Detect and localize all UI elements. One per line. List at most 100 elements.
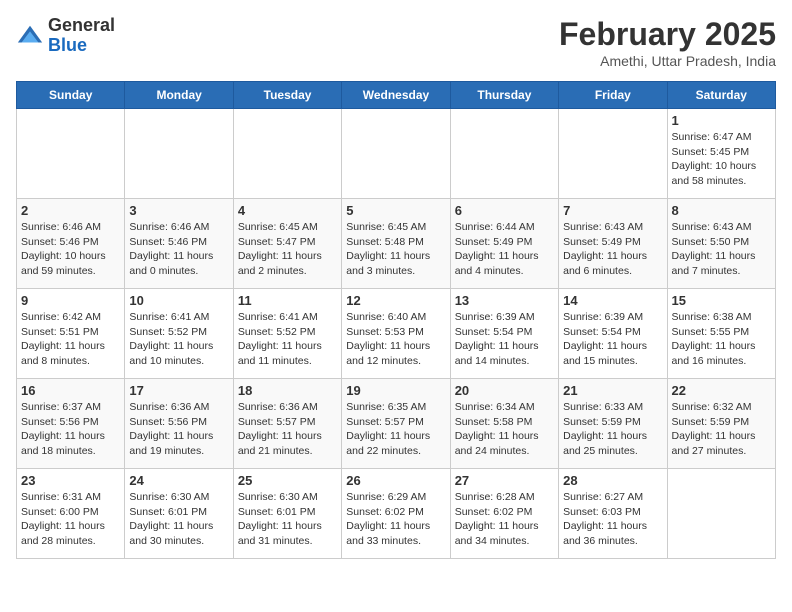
- day-number: 14: [563, 293, 662, 308]
- day-number: 5: [346, 203, 445, 218]
- location: Amethi, Uttar Pradesh, India: [559, 53, 776, 69]
- day-info: Sunrise: 6:32 AMSunset: 5:59 PMDaylight:…: [672, 400, 771, 459]
- day-info: Sunrise: 6:40 AMSunset: 5:53 PMDaylight:…: [346, 310, 445, 369]
- empty-cell: [125, 109, 233, 199]
- day-cell-12: 12 Sunrise: 6:40 AMSunset: 5:53 PMDayligh…: [342, 289, 450, 379]
- day-number: 18: [238, 383, 337, 398]
- day-cell-17: 17 Sunrise: 6:36 AMSunset: 5:56 PMDayligh…: [125, 379, 233, 469]
- weekday-header-thursday: Thursday: [450, 82, 558, 109]
- day-number: 8: [672, 203, 771, 218]
- day-cell-23: 23 Sunrise: 6:31 AMSunset: 6:00 PMDayligh…: [17, 469, 125, 559]
- day-info: Sunrise: 6:35 AMSunset: 5:57 PMDaylight:…: [346, 400, 445, 459]
- day-info: Sunrise: 6:41 AMSunset: 5:52 PMDaylight:…: [129, 310, 228, 369]
- day-number: 22: [672, 383, 771, 398]
- day-cell-19: 19 Sunrise: 6:35 AMSunset: 5:57 PMDayligh…: [342, 379, 450, 469]
- empty-cell: [559, 109, 667, 199]
- day-number: 17: [129, 383, 228, 398]
- day-info: Sunrise: 6:45 AMSunset: 5:48 PMDaylight:…: [346, 220, 445, 279]
- day-cell-11: 11 Sunrise: 6:41 AMSunset: 5:52 PMDayligh…: [233, 289, 341, 379]
- day-number: 11: [238, 293, 337, 308]
- day-cell-16: 16 Sunrise: 6:37 AMSunset: 5:56 PMDayligh…: [17, 379, 125, 469]
- day-info: Sunrise: 6:41 AMSunset: 5:52 PMDaylight:…: [238, 310, 337, 369]
- day-number: 23: [21, 473, 120, 488]
- calendar-week-2: 2 Sunrise: 6:46 AMSunset: 5:46 PMDaylight…: [17, 199, 776, 289]
- day-number: 2: [21, 203, 120, 218]
- day-info: Sunrise: 6:28 AMSunset: 6:02 PMDaylight:…: [455, 490, 554, 549]
- day-info: Sunrise: 6:36 AMSunset: 5:56 PMDaylight:…: [129, 400, 228, 459]
- day-info: Sunrise: 6:39 AMSunset: 5:54 PMDaylight:…: [455, 310, 554, 369]
- day-number: 20: [455, 383, 554, 398]
- day-cell-28: 28Sunrise: 6:27 AMSunset: 6:03 PMDayligh…: [559, 469, 667, 559]
- day-info: Sunrise: 6:42 AMSunset: 5:51 PMDaylight:…: [21, 310, 120, 369]
- weekday-header-friday: Friday: [559, 82, 667, 109]
- weekday-header-saturday: Saturday: [667, 82, 775, 109]
- day-number: 16: [21, 383, 120, 398]
- day-cell-27: 27 Sunrise: 6:28 AMSunset: 6:02 PMDayligh…: [450, 469, 558, 559]
- day-number: 6: [455, 203, 554, 218]
- calendar-week-5: 23 Sunrise: 6:31 AMSunset: 6:00 PMDayligh…: [17, 469, 776, 559]
- day-cell-24: 24Sunrise: 6:30 AMSunset: 6:01 PMDayligh…: [125, 469, 233, 559]
- month-title: February 2025: [559, 16, 776, 53]
- day-cell-15: 15 Sunrise: 6:38 AMSunset: 5:55 PMDayligh…: [667, 289, 775, 379]
- day-cell-18: 18Sunrise: 6:36 AMSunset: 5:57 PMDayligh…: [233, 379, 341, 469]
- empty-cell: [17, 109, 125, 199]
- day-number: 15: [672, 293, 771, 308]
- day-info: Sunrise: 6:34 AMSunset: 5:58 PMDaylight:…: [455, 400, 554, 459]
- day-number: 27: [455, 473, 554, 488]
- day-cell-5: 5 Sunrise: 6:45 AMSunset: 5:48 PMDaylight…: [342, 199, 450, 289]
- empty-cell: [342, 109, 450, 199]
- empty-cell: [450, 109, 558, 199]
- day-info: Sunrise: 6:45 AMSunset: 5:47 PMDaylight:…: [238, 220, 337, 279]
- day-number: 10: [129, 293, 228, 308]
- empty-cell: [667, 469, 775, 559]
- day-cell-25: 25 Sunrise: 6:30 AMSunset: 6:01 PMDayligh…: [233, 469, 341, 559]
- day-number: 12: [346, 293, 445, 308]
- day-number: 1: [672, 113, 771, 128]
- day-number: 24: [129, 473, 228, 488]
- day-number: 21: [563, 383, 662, 398]
- day-cell-4: 4 Sunrise: 6:45 AMSunset: 5:47 PMDaylight…: [233, 199, 341, 289]
- logo-icon: [16, 22, 44, 50]
- day-info: Sunrise: 6:37 AMSunset: 5:56 PMDaylight:…: [21, 400, 120, 459]
- day-cell-7: 7 Sunrise: 6:43 AMSunset: 5:49 PMDaylight…: [559, 199, 667, 289]
- day-info: Sunrise: 6:44 AMSunset: 5:49 PMDaylight:…: [455, 220, 554, 279]
- day-number: 9: [21, 293, 120, 308]
- day-number: 7: [563, 203, 662, 218]
- calendar-week-1: 1 Sunrise: 6:47 AMSunset: 5:45 PMDaylight…: [17, 109, 776, 199]
- empty-cell: [233, 109, 341, 199]
- day-cell-2: 2 Sunrise: 6:46 AMSunset: 5:46 PMDaylight…: [17, 199, 125, 289]
- day-cell-13: 13 Sunrise: 6:39 AMSunset: 5:54 PMDayligh…: [450, 289, 558, 379]
- day-info: Sunrise: 6:46 AMSunset: 5:46 PMDaylight:…: [21, 220, 120, 279]
- day-info: Sunrise: 6:29 AMSunset: 6:02 PMDaylight:…: [346, 490, 445, 549]
- day-info: Sunrise: 6:38 AMSunset: 5:55 PMDaylight:…: [672, 310, 771, 369]
- day-cell-21: 21 Sunrise: 6:33 AMSunset: 5:59 PMDayligh…: [559, 379, 667, 469]
- day-number: 13: [455, 293, 554, 308]
- logo: General Blue: [16, 16, 115, 56]
- day-number: 4: [238, 203, 337, 218]
- weekday-header-monday: Monday: [125, 82, 233, 109]
- day-info: Sunrise: 6:47 AMSunset: 5:45 PMDaylight:…: [672, 130, 771, 189]
- weekday-header-tuesday: Tuesday: [233, 82, 341, 109]
- calendar-week-4: 16 Sunrise: 6:37 AMSunset: 5:56 PMDayligh…: [17, 379, 776, 469]
- day-info: Sunrise: 6:27 AMSunset: 6:03 PMDaylight:…: [563, 490, 662, 549]
- day-cell-3: 3 Sunrise: 6:46 AMSunset: 5:46 PMDaylight…: [125, 199, 233, 289]
- day-info: Sunrise: 6:46 AMSunset: 5:46 PMDaylight:…: [129, 220, 228, 279]
- logo-text: General Blue: [48, 16, 115, 56]
- day-number: 25: [238, 473, 337, 488]
- day-info: Sunrise: 6:31 AMSunset: 6:00 PMDaylight:…: [21, 490, 120, 549]
- day-info: Sunrise: 6:30 AMSunset: 6:01 PMDaylight:…: [238, 490, 337, 549]
- day-number: 19: [346, 383, 445, 398]
- day-number: 3: [129, 203, 228, 218]
- calendar-table: SundayMondayTuesdayWednesdayThursdayFrid…: [16, 81, 776, 559]
- day-cell-10: 10 Sunrise: 6:41 AMSunset: 5:52 PMDayligh…: [125, 289, 233, 379]
- day-cell-22: 22 Sunrise: 6:32 AMSunset: 5:59 PMDayligh…: [667, 379, 775, 469]
- day-info: Sunrise: 6:33 AMSunset: 5:59 PMDaylight:…: [563, 400, 662, 459]
- day-info: Sunrise: 6:43 AMSunset: 5:50 PMDaylight:…: [672, 220, 771, 279]
- day-info: Sunrise: 6:43 AMSunset: 5:49 PMDaylight:…: [563, 220, 662, 279]
- day-number: 26: [346, 473, 445, 488]
- calendar-week-3: 9 Sunrise: 6:42 AMSunset: 5:51 PMDaylight…: [17, 289, 776, 379]
- day-cell-26: 26 Sunrise: 6:29 AMSunset: 6:02 PMDayligh…: [342, 469, 450, 559]
- weekday-header-sunday: Sunday: [17, 82, 125, 109]
- day-cell-9: 9 Sunrise: 6:42 AMSunset: 5:51 PMDaylight…: [17, 289, 125, 379]
- day-cell-20: 20 Sunrise: 6:34 AMSunset: 5:58 PMDayligh…: [450, 379, 558, 469]
